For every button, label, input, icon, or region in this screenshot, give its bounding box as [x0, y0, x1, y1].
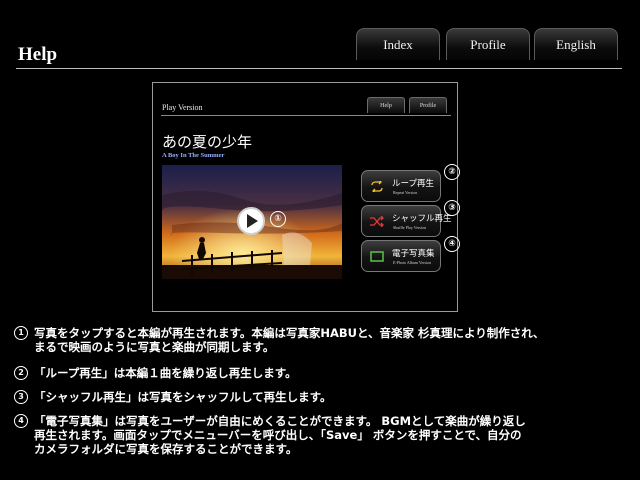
preview-tab-help: Help [367, 97, 405, 113]
description-item: 2 「ループ再生」は本編１曲を繰り返し再生します。 [14, 366, 624, 380]
tab-english[interactable]: English [534, 28, 618, 60]
loop-play-label: ループ再生 [392, 179, 434, 189]
description-item: 1 写真をタップすると本編が再生されます。本編は写真家HABUと、音楽家 杉真理… [14, 326, 624, 354]
shuffle-icon [370, 216, 384, 227]
loop-marker: ② [444, 164, 460, 180]
shuffle-play-label: シャッフル再生 [392, 214, 452, 224]
description-text: 再生されます。画面タップでメニューバーを呼び出し、「Save」 ボタンを押すこと… [34, 428, 522, 442]
page-title: Help [18, 44, 58, 65]
shuffle-marker: ③ [444, 200, 460, 216]
shuffle-play-button: シャッフル再生 Shuffle Play Version [361, 205, 452, 237]
app-preview-panel: Play Version Help Profile あの夏の少年 A Boy I… [152, 82, 460, 312]
description-text: まるで映画のように写真と楽曲が同期します。 [34, 340, 275, 354]
description-number: 3 [14, 390, 28, 404]
description-text: 「シャッフル再生」は写真をシャッフルして再生します。 [34, 390, 332, 404]
preview-tab-profile: Profile [409, 97, 447, 113]
description-number: 4 [14, 414, 28, 428]
tab-profile[interactable]: Profile [446, 28, 530, 60]
description-text: 写真をタップすると本編が再生されます。本編は写真家HABUと、音楽家 杉真理によ… [34, 326, 545, 340]
description-text: 「電子写真集」は写真をユーザーが自由にめくることができます。 BGMとして楽曲が… [34, 414, 526, 428]
description-number: 1 [14, 326, 28, 340]
description-number: 2 [14, 366, 28, 380]
photo-album-button: 電子写真集 E-Photo Album Version [361, 240, 441, 272]
loop-play-button: ループ再生 Repeat Version [361, 170, 441, 202]
shuffle-play-sublabel: Shuffle Play Version [393, 225, 426, 230]
loop-play-sublabel: Repeat Version [393, 190, 418, 195]
photo-album-marker: ④ [444, 236, 460, 252]
photo-album-sublabel: E-Photo Album Version [393, 260, 432, 265]
header-divider [16, 68, 622, 69]
tab-index[interactable]: Index [356, 28, 440, 60]
play-icon [247, 214, 258, 228]
song-title-japanese: あの夏の少年 [162, 133, 253, 151]
photo-album-icon [370, 251, 384, 262]
description-text: 「ループ再生」は本編１曲を繰り返し再生します。 [34, 366, 297, 380]
photo-album-label: 電子写真集 [392, 249, 435, 259]
description-text: カメラフォルダに写真を保存することができます。 [34, 442, 298, 456]
song-title-english: A Boy In The Summer [162, 152, 225, 159]
description-item: 3 「シャッフル再生」は写真をシャッフルして再生します。 [14, 390, 624, 404]
play-marker: ① [270, 211, 286, 227]
play-button [237, 207, 265, 235]
preview-title: Play Version [162, 103, 203, 112]
description-item: 4 「電子写真集」は写真をユーザーが自由にめくることができます。 BGMとして楽… [14, 414, 624, 456]
repeat-icon [371, 181, 383, 192]
preview-divider [161, 115, 451, 116]
